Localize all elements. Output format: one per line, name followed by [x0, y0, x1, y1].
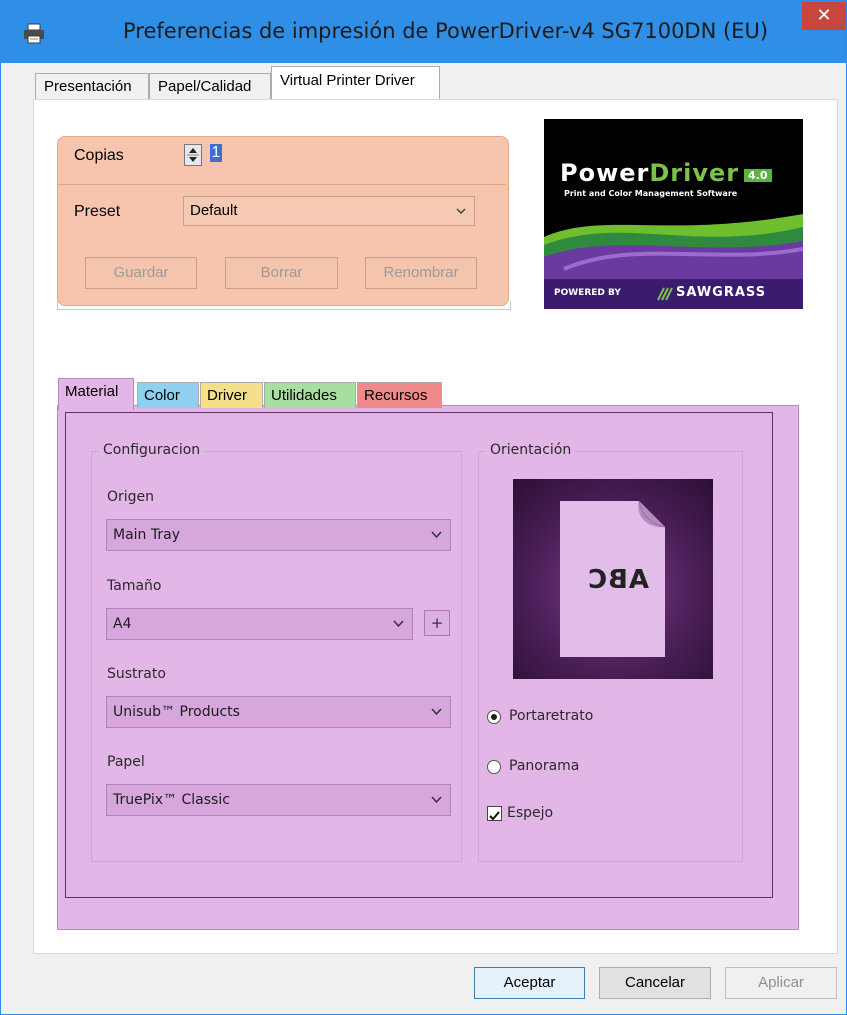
preset-label: Preset — [74, 203, 121, 220]
preset-select[interactable]: Default — [183, 196, 475, 226]
origen-select[interactable]: Main Tray — [106, 519, 451, 551]
mirror-checkbox[interactable] — [487, 806, 502, 821]
sustrato-label: Sustrato — [107, 666, 166, 682]
orientation-preview: ABC — [513, 479, 713, 679]
sawgrass-leaf-icon — [657, 287, 673, 301]
ok-button[interactable]: Aceptar — [474, 967, 585, 999]
sustrato-select[interactable]: Unisub™ Products — [106, 696, 451, 728]
origen-value: Main Tray — [113, 527, 180, 543]
portrait-radio[interactable] — [487, 710, 501, 724]
papel-label: Papel — [107, 754, 145, 770]
tamano-label: Tamaño — [107, 578, 162, 594]
configuracion-title: Configuracion — [99, 442, 205, 458]
close-button[interactable]: ✕ — [802, 2, 846, 30]
panel-divider — [58, 184, 506, 185]
tab-label: Virtual Printer Driver — [280, 72, 415, 89]
sustrato-value: Unisub™ Products — [113, 704, 240, 720]
subtab-color[interactable]: Color — [137, 382, 199, 408]
tamano-value: A4 — [113, 616, 132, 632]
copies-input[interactable]: 1 — [210, 144, 222, 162]
subtab-label: Recursos — [364, 387, 428, 404]
plus-icon: + — [430, 614, 444, 632]
chevron-down-icon — [393, 620, 404, 628]
chevron-down-icon — [431, 796, 442, 804]
chevron-down-icon — [431, 708, 442, 716]
preview-text: ABC — [586, 565, 650, 595]
tab-virtual-printer-driver[interactable]: Virtual Printer Driver — [271, 66, 440, 100]
brand-driver-text: Driver — [649, 159, 740, 187]
apply-button[interactable]: Aplicar — [725, 967, 837, 999]
papel-value: TruePix™ Classic — [113, 792, 230, 808]
portrait-label[interactable]: Portaretrato — [509, 708, 593, 724]
subtab-label: Material — [65, 383, 119, 400]
rename-preset-button[interactable]: Renombrar — [365, 257, 477, 289]
add-size-button[interactable]: + — [424, 610, 450, 636]
sawgrass-text: SAWGRASS — [676, 285, 767, 300]
subtab-material[interactable]: Material — [58, 378, 134, 410]
title-bar[interactable]: Preferencias de impresión de PowerDriver… — [1, 1, 846, 63]
tab-papel-calidad[interactable]: Papel/Calidad — [149, 73, 271, 99]
spinner-arrows-icon — [187, 148, 199, 162]
chevron-down-icon — [456, 208, 466, 215]
delete-preset-button[interactable]: Borrar — [225, 257, 338, 289]
preset-value: Default — [190, 202, 238, 219]
subtab-driver[interactable]: Driver — [200, 382, 263, 408]
brand-power-text: Power — [560, 159, 650, 187]
version-badge: 4.0 — [744, 169, 772, 182]
subtab-recursos[interactable]: Recursos — [357, 382, 442, 408]
powered-by-bar: POWERED BY SAWGRASS — [544, 279, 803, 309]
checkmark-icon — [489, 811, 500, 821]
powered-by-text: POWERED BY — [554, 288, 621, 298]
close-icon: ✕ — [816, 5, 832, 26]
print-preferences-window: Preferencias de impresión de PowerDriver… — [0, 0, 847, 1015]
save-preset-button[interactable]: Guardar — [85, 257, 197, 289]
radio-selected-dot — [491, 714, 497, 720]
logo-tagline: Print and Color Management Software — [564, 189, 738, 198]
landscape-label[interactable]: Panorama — [509, 758, 579, 774]
copies-label: Copias — [74, 147, 124, 164]
subtab-label: Utilidades — [271, 387, 337, 404]
papel-select[interactable]: TruePix™ Classic — [106, 784, 451, 816]
copies-spinner[interactable] — [184, 144, 202, 166]
tab-presentacion[interactable]: Presentación — [35, 73, 149, 99]
subtab-label: Driver — [207, 387, 247, 404]
chevron-down-icon — [431, 531, 442, 539]
printer-icon — [24, 23, 44, 44]
tab-label: Presentación — [44, 78, 132, 95]
cancel-button[interactable]: Cancelar — [599, 967, 711, 999]
tab-label: Papel/Calidad — [158, 78, 252, 95]
orientacion-title: Orientación — [486, 442, 576, 458]
subtab-utilidades[interactable]: Utilidades — [264, 382, 356, 408]
logo-artwork — [544, 119, 803, 279]
tamano-select[interactable]: A4 — [106, 608, 413, 640]
origen-label: Origen — [107, 489, 155, 505]
window-title: Preferencias de impresión de PowerDriver… — [123, 19, 769, 43]
mirror-label[interactable]: Espejo — [507, 805, 553, 821]
landscape-radio[interactable] — [487, 760, 501, 774]
subtab-label: Color — [144, 387, 180, 404]
